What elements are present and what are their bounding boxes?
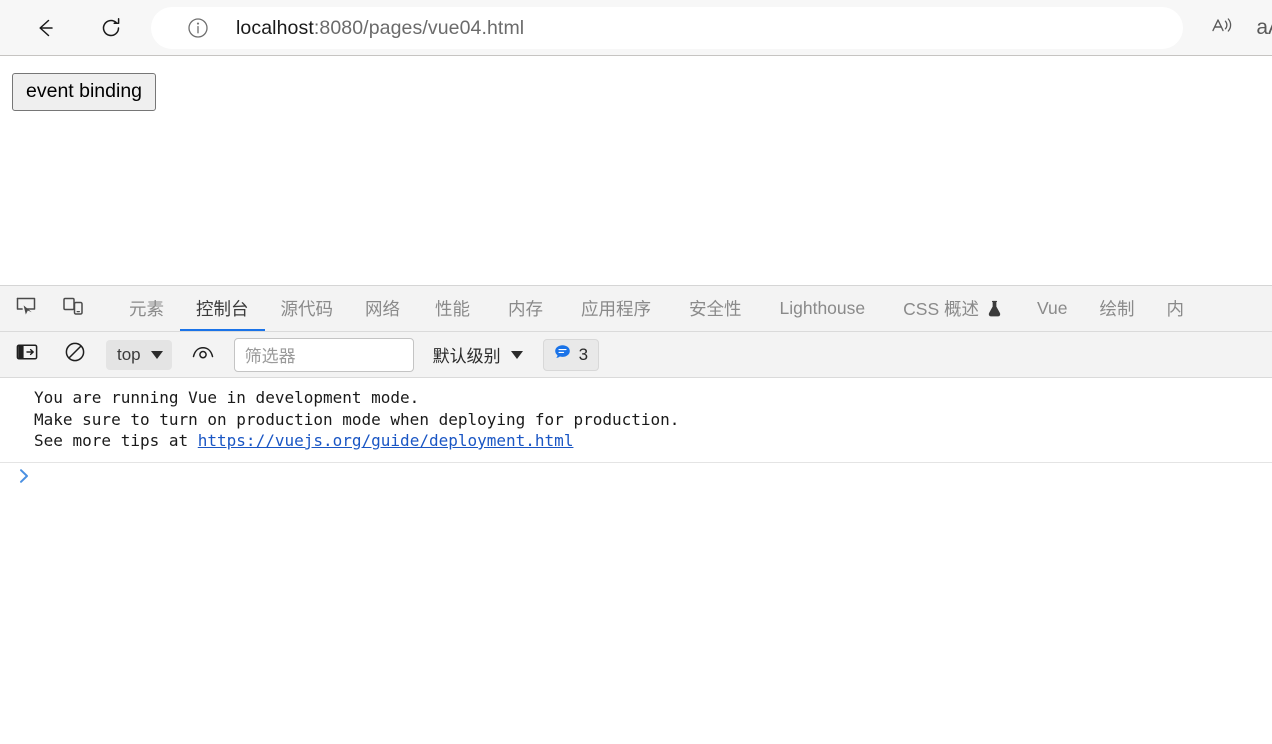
device-toolbar-icon: [61, 294, 85, 323]
chevron-down-icon: [510, 350, 523, 359]
page-viewport: event binding: [0, 57, 1272, 285]
tab-label: 安全性: [689, 299, 742, 319]
console-output: You are running Vue in development mode.…: [0, 378, 1272, 743]
tab-console[interactable]: 控制台: [180, 286, 265, 331]
tab-elements[interactable]: 元素: [113, 286, 180, 331]
tab-security[interactable]: 安全性: [670, 286, 761, 331]
inspect-element-icon: [14, 294, 38, 323]
execution-context-label: top: [117, 344, 141, 364]
log-level-dropdown[interactable]: 默认级别: [429, 340, 527, 370]
console-sidebar-toggle-button[interactable]: [14, 342, 40, 368]
tab-label: 内: [1166, 299, 1185, 319]
flask-icon: [987, 300, 1002, 317]
tab-label: Vue: [1037, 298, 1068, 318]
devtools-tabbar: 元素 控制台 源代码 网络 性能 内存 应用程序 安全性 Lighthouse …: [0, 286, 1272, 332]
tab-overflow-partial[interactable]: 内: [1151, 286, 1201, 331]
eye-icon: [191, 342, 215, 367]
devtools-panel: 元素 控制台 源代码 网络 性能 内存 应用程序 安全性 Lighthouse …: [0, 285, 1272, 744]
tab-rendering[interactable]: 绘制: [1084, 286, 1151, 331]
message-count: 3: [578, 344, 589, 364]
deployment-guide-link[interactable]: https://vuejs.org/guide/deployment.html: [198, 431, 574, 450]
tab-label: 性能: [435, 299, 470, 319]
clear-console-button[interactable]: [62, 342, 88, 368]
text-size-button[interactable]: aA: [1256, 16, 1272, 40]
tab-css-overview[interactable]: CSS 概述: [884, 286, 1021, 331]
tab-performance[interactable]: 性能: [416, 286, 489, 331]
reload-icon: [98, 15, 124, 41]
read-aloud-button[interactable]: [1202, 8, 1242, 48]
prompt-chevron-icon: [18, 467, 31, 489]
tab-vue[interactable]: Vue: [1021, 286, 1084, 331]
address-bar[interactable]: localhost:8080/pages/vue04.html: [151, 7, 1183, 49]
execution-context-dropdown[interactable]: top: [106, 339, 172, 370]
console-filter-input[interactable]: 筛选器: [233, 337, 414, 372]
tab-label: 网络: [365, 299, 400, 319]
url-host: localhost: [236, 16, 314, 39]
live-expression-button[interactable]: [190, 342, 216, 368]
message-count-badge[interactable]: 3: [542, 338, 600, 371]
tab-sources[interactable]: 源代码: [265, 286, 350, 331]
tab-network[interactable]: 网络: [349, 286, 416, 331]
chevron-down-icon: [150, 350, 163, 359]
address-bar-url: localhost:8080/pages/vue04.html: [236, 17, 524, 40]
tab-memory[interactable]: 内存: [489, 286, 562, 331]
tab-application[interactable]: 应用程序: [562, 286, 670, 331]
console-message-line-3-prefix: See more tips at: [34, 431, 198, 450]
url-path: :8080/pages/vue04.html: [313, 16, 525, 39]
tab-label: 应用程序: [581, 299, 651, 319]
console-filter-placeholder: 筛选器: [244, 347, 296, 366]
tab-label: 控制台: [196, 299, 249, 319]
read-aloud-icon: [1209, 13, 1235, 44]
browser-toolbar-right: aA: [1202, 0, 1272, 56]
console-toolbar: top 筛选器 默认级别 3: [0, 332, 1272, 378]
back-button[interactable]: [25, 8, 65, 48]
inspect-element-button[interactable]: [12, 295, 40, 323]
reload-button[interactable]: [91, 8, 131, 48]
tab-label: CSS 概述: [903, 299, 979, 319]
tab-label: 绘制: [1099, 299, 1135, 319]
clear-console-icon: [64, 341, 86, 368]
event-binding-button[interactable]: event binding: [12, 73, 157, 112]
console-message-line-1: You are running Vue in development mode.: [34, 388, 420, 407]
tab-lighthouse[interactable]: Lighthouse: [761, 286, 885, 331]
tab-label: 元素: [129, 299, 164, 319]
back-arrow-icon: [32, 15, 58, 41]
tab-label: 内存: [508, 299, 543, 319]
site-info-icon[interactable]: [187, 17, 209, 39]
browser-toolbar: localhost:8080/pages/vue04.html aA: [0, 0, 1272, 56]
console-message-vue-dev-mode: You are running Vue in development mode.…: [0, 378, 1272, 462]
device-toolbar-button[interactable]: [59, 295, 87, 323]
tab-label: 源代码: [280, 299, 334, 319]
speech-bubble-icon: [554, 344, 571, 365]
log-level-label: 默认级别: [432, 347, 501, 366]
console-message-line-2: Make sure to turn on production mode whe…: [34, 409, 680, 429]
console-prompt[interactable]: [0, 461, 1272, 493]
tab-label: Lighthouse: [779, 298, 866, 318]
devtools-tab-list: 元素 控制台 源代码 网络 性能 内存 应用程序 安全性 Lighthouse …: [113, 286, 1272, 331]
console-sidebar-toggle-icon: [16, 341, 38, 368]
